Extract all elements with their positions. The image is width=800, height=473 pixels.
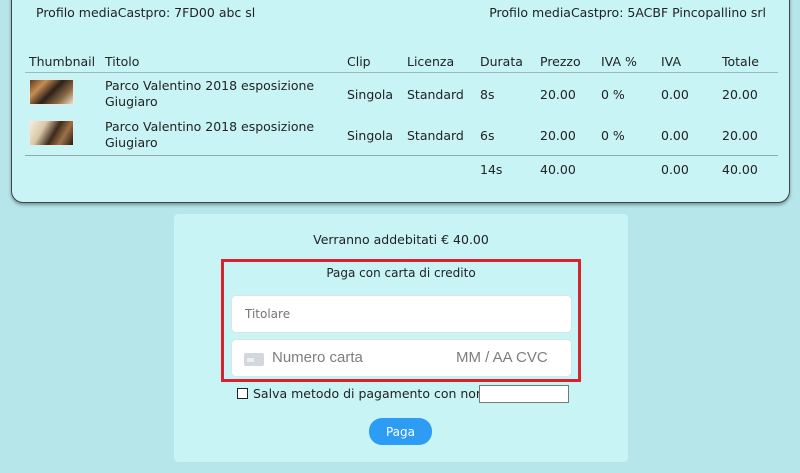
card-number-field[interactable]: Numero carta MM / AA CVC <box>231 339 572 377</box>
row-duration: 8s <box>480 87 495 102</box>
total-duration: 14s <box>480 162 503 177</box>
title-line: Parco Valentino 2018 esposizione <box>105 119 315 134</box>
title-line: Giugiaro <box>105 135 158 150</box>
row-total: 20.00 <box>722 128 758 143</box>
seller-profile-left: Profilo mediaCastpro: 7FD00 abc sl <box>36 5 256 20</box>
row-vat: 0.00 <box>661 87 689 102</box>
row-license: Standard <box>407 128 464 143</box>
row-price: 20.00 <box>540 87 576 102</box>
col-thumbnail: Thumbnail <box>29 54 96 69</box>
seller-profile-right: Profilo mediaCastpro: 5ACBF Pincopallino… <box>489 5 766 20</box>
charge-amount-text: Verranno addebitati € 40.00 <box>313 232 489 247</box>
title-line: Giugiaro <box>105 94 158 109</box>
table-row-title: Parco Valentino 2018 esposizione Giugiar… <box>105 78 315 110</box>
table-row-title: Parco Valentino 2018 esposizione Giugiar… <box>105 119 315 151</box>
row-clip: Singola <box>347 87 394 102</box>
total-price: 40.00 <box>540 162 576 177</box>
row-total: 20.00 <box>722 87 758 102</box>
video-thumbnail[interactable] <box>29 120 74 146</box>
col-license: Licenza <box>407 54 455 69</box>
credit-card-icon <box>244 353 264 366</box>
row-vat: 0.00 <box>661 128 689 143</box>
cardholder-input[interactable] <box>231 295 572 333</box>
row-clip: Singola <box>347 128 394 143</box>
pay-button[interactable]: Paga <box>369 418 432 445</box>
totals-divider <box>25 155 778 156</box>
col-vat-pct: IVA % <box>601 54 637 69</box>
credit-card-title: Paga con carta di credito <box>326 266 476 280</box>
save-method-label: Salva metodo di pagamento con nome <box>253 386 496 401</box>
row-vat-pct: 0 % <box>601 128 625 143</box>
row-license: Standard <box>407 87 464 102</box>
row-price: 20.00 <box>540 128 576 143</box>
card-expiry-cvc-placeholder: MM / AA CVC <box>456 349 548 366</box>
save-method-checkbox[interactable] <box>237 388 248 399</box>
header-divider <box>25 72 778 73</box>
col-duration: Durata <box>480 54 523 69</box>
save-method-name-input[interactable] <box>479 385 569 403</box>
col-title: Titolo <box>105 54 140 69</box>
grand-total: 40.00 <box>722 162 758 177</box>
title-line: Parco Valentino 2018 esposizione <box>105 78 315 93</box>
col-total: Totale <box>722 54 759 69</box>
total-vat: 0.00 <box>661 162 689 177</box>
card-number-placeholder: Numero carta <box>272 349 363 366</box>
col-price: Prezzo <box>540 54 581 69</box>
row-vat-pct: 0 % <box>601 87 625 102</box>
video-thumbnail[interactable] <box>29 79 74 105</box>
payment-card: Verranno addebitati € 40.00 Paga con car… <box>174 214 628 462</box>
credit-card-form: Paga con carta di credito Numero carta M… <box>221 259 581 382</box>
col-clip: Clip <box>347 54 371 69</box>
col-vat: IVA <box>661 54 681 69</box>
order-summary-card: Profilo mediaCastpro: 7FD00 abc sl Profi… <box>11 0 790 203</box>
row-duration: 6s <box>480 128 495 143</box>
